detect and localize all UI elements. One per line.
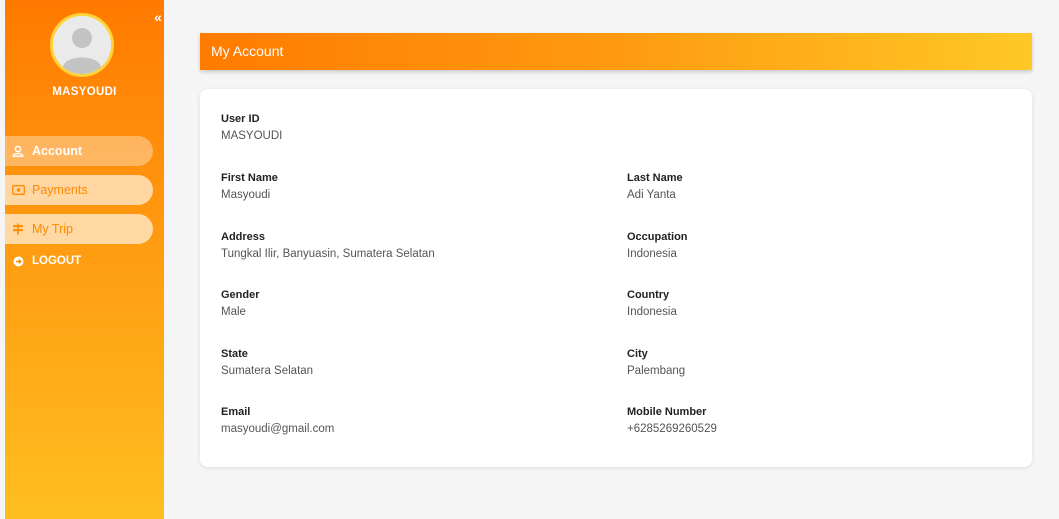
field-label: Email <box>221 406 251 418</box>
field-last-name: Last Name Adi Yanta <box>627 172 683 201</box>
user-icon <box>11 144 25 158</box>
page-title: My Account <box>211 43 284 59</box>
field-label: Mobile Number <box>627 406 707 418</box>
field-label: City <box>627 348 648 360</box>
logout-label: LOGOUT <box>32 255 82 267</box>
field-value: Indonesia <box>627 306 677 318</box>
field-value: Sumatera Selatan <box>221 365 314 377</box>
cash-icon <box>11 183 25 197</box>
field-first-name: First Name Masyoudi <box>221 172 278 201</box>
field-state: State Sumatera Selatan <box>221 348 313 377</box>
username: MASYOUDI <box>52 86 117 98</box>
logout-button[interactable]: LOGOUT <box>5 250 153 272</box>
field-label: Occupation <box>627 231 688 243</box>
sidebar-item-label: Account <box>32 144 82 158</box>
field-mobile-number: Mobile Number +6285269260529 <box>627 406 717 435</box>
field-occupation: Occupation Indonesia <box>627 231 688 260</box>
user-avatar-icon <box>53 16 111 74</box>
field-label: User ID <box>221 113 260 125</box>
sidebar-item-account[interactable]: Account <box>5 136 153 166</box>
field-label: Address <box>221 231 266 243</box>
field-value: MASYOUDI <box>221 130 283 142</box>
field-user-id: User ID MASYOUDI <box>221 113 282 142</box>
sidebar-item-my-trip[interactable]: My Trip <box>5 214 153 244</box>
sidebar-item-label: My Trip <box>32 222 73 236</box>
field-value: +6285269260529 <box>627 423 717 435</box>
avatar <box>50 13 114 77</box>
field-label: State <box>221 348 248 360</box>
logout-icon <box>11 254 25 268</box>
field-country: Country Indonesia <box>627 289 677 318</box>
field-value: masyoudi@gmail.com <box>221 423 335 435</box>
field-gender: Gender Male <box>221 289 260 318</box>
field-email: Email masyoudi@gmail.com <box>221 406 334 435</box>
field-label: Gender <box>221 289 260 301</box>
field-value: Masyoudi <box>221 189 271 201</box>
sidebar-item-payments[interactable]: Payments <box>5 175 153 205</box>
field-label: Last Name <box>627 172 683 184</box>
sidebar-nav: Account Payments My Trip LOGOUT <box>5 136 153 281</box>
field-value: Palembang <box>627 365 686 377</box>
page-title-bar: My Account <box>200 33 1032 70</box>
field-value: Indonesia <box>627 248 677 260</box>
field-value: Adi Yanta <box>627 189 676 201</box>
field-value: Tungkal Ilir, Banyuasin, Sumatera Selata… <box>221 248 435 260</box>
sidebar: « MASYOUDI Account Payments My Trip LOGO… <box>5 0 164 519</box>
field-city: City Palembang <box>627 348 685 377</box>
field-value: Male <box>221 306 246 318</box>
signpost-icon <box>11 222 25 236</box>
field-address: Address Tungkal Ilir, Banyuasin, Sumater… <box>221 231 435 260</box>
sidebar-item-label: Payments <box>32 183 88 197</box>
field-label: Country <box>627 289 670 301</box>
field-label: First Name <box>221 172 278 184</box>
double-chevron-left-icon[interactable]: « <box>151 10 165 24</box>
account-details-card: User ID MASYOUDI First Name Masyoudi Las… <box>200 89 1032 467</box>
